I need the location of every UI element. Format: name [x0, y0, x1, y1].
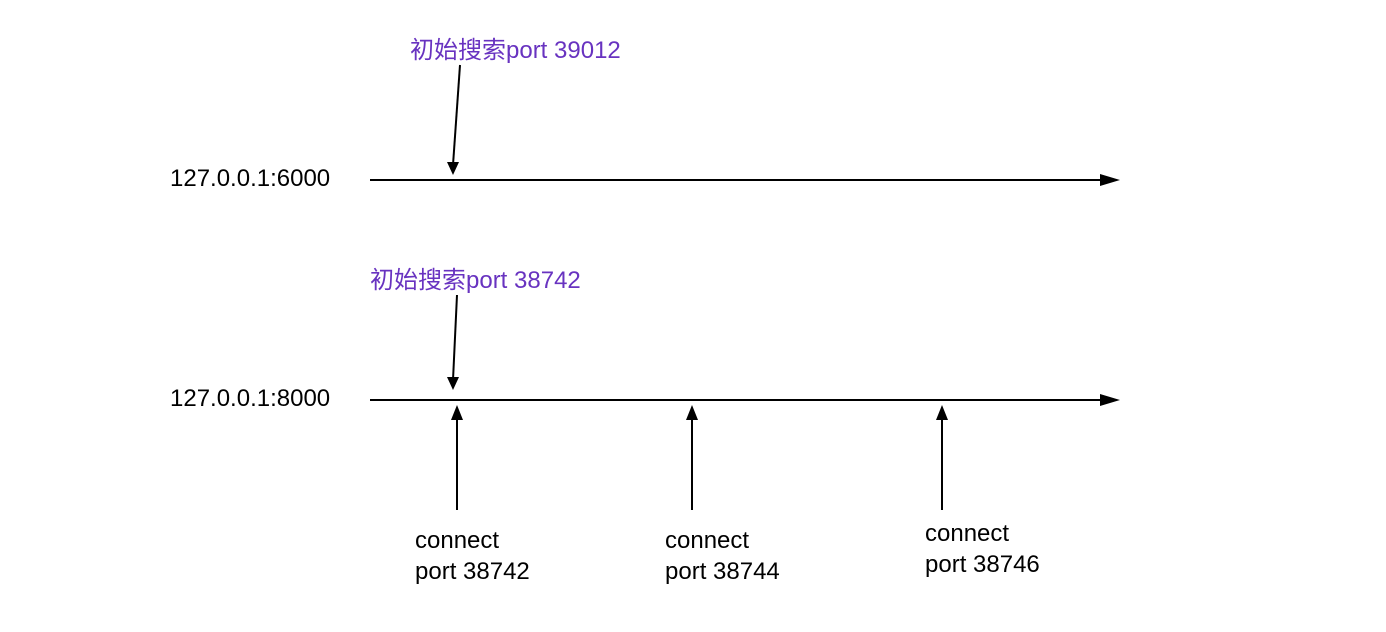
connection-2-label: connect port 38744 — [665, 525, 780, 587]
connection-3-line2: port 38746 — [925, 551, 1040, 578]
connection-1-line1: connect — [415, 527, 499, 554]
connection-2-arrow — [680, 405, 710, 515]
connection-3-line1: connect — [925, 520, 1009, 547]
connection-2-line2: port 38744 — [665, 558, 780, 585]
connection-2-line1: connect — [665, 527, 749, 554]
timeline-1-address: 127.0.0.1:6000 — [170, 165, 330, 193]
timeline-2-address: 127.0.0.1:8000 — [170, 385, 330, 413]
timeline-1-axis — [370, 170, 1120, 190]
timeline-1-initial-search-arrow — [445, 65, 475, 180]
timeline-2-initial-search-arrow — [445, 295, 475, 395]
connection-1-label: connect port 38742 — [415, 525, 530, 587]
connection-1-line2: port 38742 — [415, 558, 530, 585]
connection-3-arrow — [930, 405, 960, 515]
connection-3-label: connect port 38746 — [925, 518, 1040, 580]
timeline-2-initial-search-label: 初始搜索port 38742 — [370, 260, 581, 295]
connection-1-arrow — [445, 405, 475, 515]
timeline-2-axis — [370, 390, 1120, 410]
timeline-1-initial-search-label: 初始搜索port 39012 — [410, 30, 621, 65]
